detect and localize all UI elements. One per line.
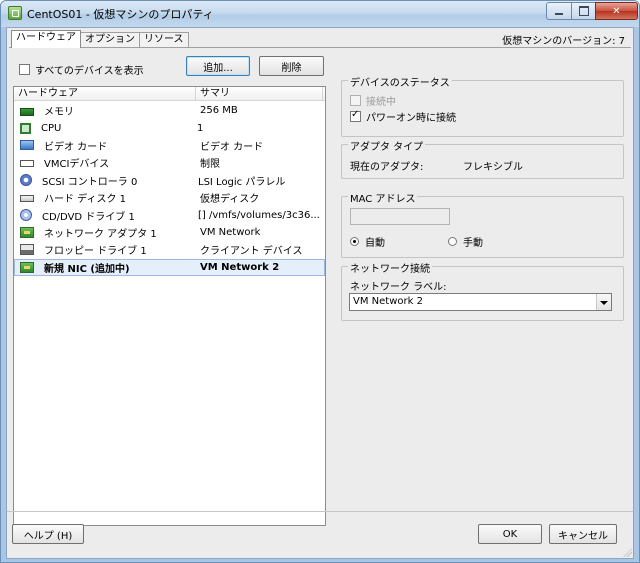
chevron-down-icon[interactable] [596, 294, 611, 310]
mac-auto-radio[interactable] [350, 237, 359, 246]
adapter-type-group: アダプタ タイプ 現在のアダプタ: フレキシブル [341, 138, 624, 179]
hardware-row-video-card[interactable]: ビデオ カード ビデオ カード [14, 137, 325, 154]
resize-grip-icon[interactable] [622, 547, 632, 557]
hardware-name: CD/DVD ドライブ 1 [42, 211, 135, 223]
mac-manual-option[interactable]: 手動 [448, 234, 483, 249]
network-connection-group: ネットワーク接続 ネットワーク ラベル: VM Network 2 [341, 260, 624, 321]
network-adapter-icon [20, 226, 34, 238]
network-label-label: ネットワーク ラベル: [350, 282, 447, 293]
floppy-icon [20, 244, 34, 256]
show-all-devices-label: すべてのデバイスを表示 [35, 66, 144, 77]
network-label-select[interactable]: VM Network 2 [349, 293, 612, 311]
hardware-row-memory[interactable]: メモリ 256 MB [14, 102, 325, 119]
hardware-name: VMCIデバイス [44, 159, 110, 171]
vmci-device-icon [20, 160, 34, 168]
tab-hardware[interactable]: ハードウェア [11, 30, 81, 48]
hardware-name: ビデオ カード [44, 141, 108, 153]
connected-option: 接続中 [350, 93, 396, 108]
connect-at-power-on-option[interactable]: パワーオン時に接続 [350, 109, 456, 124]
tab-options[interactable]: オプション [80, 32, 140, 48]
help-button[interactable]: ヘルプ (H) [12, 524, 84, 544]
network-connection-title: ネットワーク接続 [348, 260, 432, 275]
hardware-summary: 制限 [200, 159, 220, 171]
hardware-row-cd-dvd[interactable]: CD/DVD ドライブ 1 [] /vmfs/volumes/3c36... [14, 206, 325, 223]
connected-label: 接続中 [366, 97, 396, 108]
hardware-summary: VM Network [200, 226, 261, 238]
close-button[interactable]: ✕ [595, 2, 638, 20]
network-label-value: VM Network 2 [353, 296, 423, 307]
remove-button[interactable]: 削除 [259, 56, 324, 76]
current-adapter-value: フレキシブル [463, 162, 523, 173]
hardware-name: 新規 NIC (追加中) [44, 263, 130, 275]
hardware-summary: ビデオ カード [200, 141, 264, 153]
hardware-row-vmci[interactable]: VMCIデバイス 制限 [14, 154, 325, 171]
hardware-name: ハード ディスク 1 [44, 194, 127, 206]
ok-button[interactable]: OK [478, 524, 542, 544]
cpu-icon [20, 122, 31, 134]
hardware-summary: 256 MB [200, 105, 238, 117]
add-button[interactable]: 追加... [186, 56, 250, 76]
hardware-row-network-adapter[interactable]: ネットワーク アダプタ 1 VM Network [14, 224, 325, 241]
hard-disk-icon [20, 195, 34, 203]
hardware-summary: LSI Logic パラレル [198, 176, 286, 188]
close-icon: ✕ [612, 5, 621, 17]
hardware-rows: メモリ 256 MB CPU 1 ビデオ カード ビデオ カード VMCIデバイ… [14, 102, 325, 276]
hardware-summary: [] /vmfs/volumes/3c36... [198, 209, 320, 221]
video-card-icon [20, 140, 34, 151]
connect-at-power-on-label: パワーオン時に接続 [366, 113, 456, 124]
window-title: CentOS01 - 仮想マシンのプロパティ [27, 8, 214, 21]
network-adapter-icon [20, 261, 34, 273]
column-header-hardware[interactable]: ハードウェア [14, 87, 196, 101]
hardware-summary: 1 [197, 122, 204, 134]
vm-app-icon [8, 6, 22, 20]
scsi-controller-icon [20, 174, 32, 187]
mac-address-title: MAC アドレス [348, 190, 418, 205]
hardware-name: CPU [41, 122, 62, 134]
adapter-type-title: アダプタ タイプ [348, 138, 426, 153]
hardware-summary: VM Network 2 [200, 261, 280, 273]
hardware-row-hard-disk[interactable]: ハード ディスク 1 仮想ディスク [14, 189, 325, 206]
cancel-button[interactable]: キャンセル [549, 524, 617, 544]
connect-at-power-on-checkbox[interactable] [350, 109, 361, 122]
dialog-client-area: ハードウェア オプション リソース 仮想マシンのバージョン: 7 すべてのデバイ… [6, 27, 634, 559]
hardware-row-new-nic[interactable]: 新規 NIC (追加中) VM Network 2 [14, 258, 325, 276]
column-header-summary[interactable]: サマリ [196, 87, 323, 101]
cd-dvd-icon [20, 209, 32, 222]
properties-window: CentOS01 - 仮想マシンのプロパティ ✕ ハードウェア オプション リソ… [0, 0, 640, 563]
title-bar[interactable]: CentOS01 - 仮想マシンのプロパティ ✕ [1, 1, 639, 27]
mac-address-input [350, 208, 450, 225]
hardware-list[interactable]: ハードウェア サマリ メモリ 256 MB CPU 1 ビデオ カード ビデオ … [13, 86, 326, 526]
tab-resources[interactable]: リソース [139, 32, 189, 48]
vm-version-label: 仮想マシンのバージョン: 7 [502, 36, 625, 47]
footer-divider [7, 511, 633, 512]
hardware-list-header: ハードウェア サマリ [14, 87, 325, 101]
hardware-name: SCSI コントローラ 0 [42, 176, 138, 188]
hardware-name: メモリ [44, 107, 74, 119]
tab-strip: ハードウェア オプション リソース [11, 30, 189, 48]
mac-auto-option[interactable]: 自動 [350, 234, 385, 249]
device-status-title: デバイスのステータス [348, 74, 452, 89]
hardware-tab-panel: すべてのデバイスを表示 追加... 削除 ハードウェア サマリ メモリ 256 … [9, 47, 631, 526]
hardware-row-scsi-controller[interactable]: SCSI コントローラ 0 LSI Logic パラレル [14, 172, 325, 189]
minimize-button[interactable] [546, 2, 572, 20]
maximize-button[interactable] [571, 2, 596, 20]
mac-manual-radio[interactable] [448, 237, 457, 246]
mac-manual-label: 手動 [463, 238, 483, 249]
connected-checkbox [350, 95, 361, 106]
hardware-row-floppy[interactable]: フロッピー ドライブ 1 クライアント デバイス [14, 241, 325, 258]
mac-auto-label: 自動 [365, 238, 385, 249]
hardware-name: フロッピー ドライブ 1 [44, 246, 147, 258]
show-all-devices[interactable]: すべてのデバイスを表示 [19, 62, 144, 77]
mac-address-group: MAC アドレス 自動 手動 [341, 190, 624, 258]
hardware-row-cpu[interactable]: CPU 1 [14, 119, 325, 136]
hardware-name: ネットワーク アダプタ 1 [44, 228, 157, 240]
current-adapter-label: 現在のアダプタ: [350, 162, 424, 173]
show-all-devices-checkbox[interactable] [19, 64, 30, 75]
hardware-summary: クライアント デバイス [200, 246, 303, 258]
device-status-group: デバイスのステータス 接続中 パワーオン時に接続 [341, 74, 624, 137]
hardware-summary: 仮想ディスク [200, 194, 260, 206]
memory-icon [20, 107, 34, 116]
